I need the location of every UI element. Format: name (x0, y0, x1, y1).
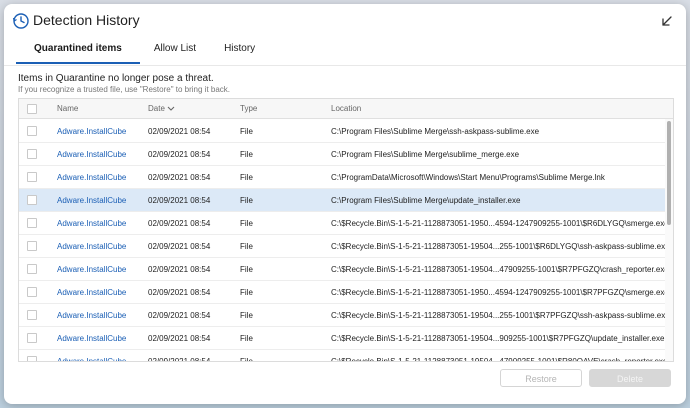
table-row[interactable]: Adware.InstallCube 02/09/2021 08:54 File C:… (19, 281, 669, 304)
quarantine-table: Name Date Type Location Adware.InstallCu… (18, 98, 674, 362)
row-location: C:\Program Files\Sublime Merge\update_in… (331, 196, 521, 205)
table-row[interactable]: Adware.InstallCube 02/09/2021 08:54 File C:… (19, 143, 667, 166)
row-name-link[interactable]: Adware.InstallCube (57, 288, 126, 297)
row-date: 02/09/2021 08:54 (148, 173, 211, 182)
delete-button[interactable]: Delete (589, 369, 671, 387)
table-row[interactable]: Adware.InstallCube 02/09/2021 08:54 File C:… (19, 350, 668, 362)
column-header-date[interactable]: Date (148, 104, 175, 113)
table-row[interactable]: Adware.InstallCube 02/09/2021 08:54 File C:… (19, 189, 667, 212)
row-checkbox[interactable] (27, 149, 37, 159)
table-row[interactable]: Adware.InstallCube 02/09/2021 08:54 File C:… (19, 235, 670, 258)
row-date: 02/09/2021 08:54 (148, 334, 211, 343)
row-name-link[interactable]: Adware.InstallCube (57, 219, 126, 228)
row-checkbox[interactable] (27, 310, 37, 320)
row-location: C:\$Recycle.Bin\S-1-5-21-1128873051-1950… (331, 219, 669, 228)
history-clock-icon (12, 12, 30, 30)
sort-down-chevron-icon (167, 104, 175, 113)
tab-quarantined-items[interactable]: Quarantined items (16, 40, 140, 64)
row-name-link[interactable]: Adware.InstallCube (57, 265, 126, 274)
row-location: C:\$Recycle.Bin\S-1-5-21-1128873051-1950… (331, 311, 670, 320)
row-checkbox[interactable] (27, 218, 37, 228)
row-name-link[interactable]: Adware.InstallCube (57, 242, 126, 251)
row-location: C:\$Recycle.Bin\S-1-5-21-1128873051-1950… (331, 265, 669, 274)
tab-history[interactable]: History (210, 40, 269, 64)
table-row[interactable]: Adware.InstallCube 02/09/2021 08:54 File C:… (19, 327, 667, 350)
row-checkbox[interactable] (27, 333, 37, 343)
row-checkbox[interactable] (27, 356, 37, 361)
row-date: 02/09/2021 08:54 (148, 219, 211, 228)
row-type: File (240, 311, 253, 320)
table-header: Name Date Type Location (19, 99, 673, 119)
row-checkbox[interactable] (27, 241, 37, 251)
restore-hint-text: If you recognize a trusted file, use "Re… (18, 85, 231, 94)
row-location: C:\$Recycle.Bin\S-1-5-21-1128873051-1950… (331, 242, 670, 251)
row-date: 02/09/2021 08:54 (148, 357, 211, 362)
column-header-date-label: Date (148, 104, 165, 113)
row-date: 02/09/2021 08:54 (148, 150, 211, 159)
quarantine-info-text: Items in Quarantine no longer pose a thr… (18, 73, 214, 84)
table-row[interactable]: Adware.InstallCube 02/09/2021 08:54 File C:… (19, 212, 669, 235)
row-date: 02/09/2021 08:54 (148, 265, 211, 274)
row-type: File (240, 357, 253, 362)
collapse-arrow-icon[interactable] (660, 14, 674, 28)
row-name-link[interactable]: Adware.InstallCube (57, 173, 126, 182)
table-row[interactable]: Adware.InstallCube 02/09/2021 08:54 File C:… (19, 166, 667, 189)
row-type: File (240, 288, 253, 297)
row-type: File (240, 196, 253, 205)
row-location: C:\Program Files\Sublime Merge\sublime_m… (331, 150, 520, 159)
column-header-name[interactable]: Name (57, 104, 78, 113)
row-location: C:\$Recycle.Bin\S-1-5-21-1128873051-1950… (331, 357, 668, 362)
row-date: 02/09/2021 08:54 (148, 242, 211, 251)
select-all-checkbox[interactable] (27, 104, 37, 114)
scrollbar-thumb[interactable] (667, 121, 671, 225)
row-checkbox[interactable] (27, 287, 37, 297)
row-type: File (240, 127, 253, 136)
row-checkbox[interactable] (27, 264, 37, 274)
row-name-link[interactable]: Adware.InstallCube (57, 196, 126, 205)
column-header-location[interactable]: Location (331, 104, 361, 113)
row-date: 02/09/2021 08:54 (148, 127, 211, 136)
row-name-link[interactable]: Adware.InstallCube (57, 127, 126, 136)
row-location: C:\$Recycle.Bin\S-1-5-21-1128873051-1950… (331, 288, 669, 297)
row-type: File (240, 334, 253, 343)
table-row[interactable]: Adware.InstallCube 02/09/2021 08:54 File C:… (19, 304, 670, 327)
row-checkbox[interactable] (27, 172, 37, 182)
row-date: 02/09/2021 08:54 (148, 196, 211, 205)
row-checkbox[interactable] (27, 126, 37, 136)
row-type: File (240, 265, 253, 274)
row-location: C:\$Recycle.Bin\S-1-5-21-1128873051-1950… (331, 334, 665, 343)
row-date: 02/09/2021 08:54 (148, 288, 211, 297)
row-location: C:\Program Files\Sublime Merge\ssh-askpa… (331, 127, 540, 136)
row-name-link[interactable]: Adware.InstallCube (57, 334, 126, 343)
row-type: File (240, 242, 253, 251)
restore-button[interactable]: Restore (500, 369, 582, 387)
row-location: C:\ProgramData\Microsoft\Windows\Start M… (331, 173, 605, 182)
table-row[interactable]: Adware.InstallCube 02/09/2021 08:54 File C:… (19, 258, 669, 281)
row-type: File (240, 150, 253, 159)
detection-history-window: Detection History Quarantined items Allo… (4, 4, 686, 404)
tab-divider (4, 65, 686, 66)
table-row[interactable]: Adware.InstallCube 02/09/2021 08:54 File C:… (19, 120, 667, 143)
tab-allow-list[interactable]: Allow List (140, 40, 210, 64)
row-name-link[interactable]: Adware.InstallCube (57, 150, 126, 159)
row-type: File (240, 173, 253, 182)
title-bar: Detection History (4, 4, 686, 40)
row-date: 02/09/2021 08:54 (148, 311, 211, 320)
row-name-link[interactable]: Adware.InstallCube (57, 311, 126, 320)
tab-strip: Quarantined items Allow List History (16, 40, 269, 66)
row-name-link[interactable]: Adware.InstallCube (57, 357, 126, 361)
row-checkbox[interactable] (27, 195, 37, 205)
window-title: Detection History (33, 12, 140, 28)
column-header-type[interactable]: Type (240, 104, 257, 113)
row-type: File (240, 219, 253, 228)
